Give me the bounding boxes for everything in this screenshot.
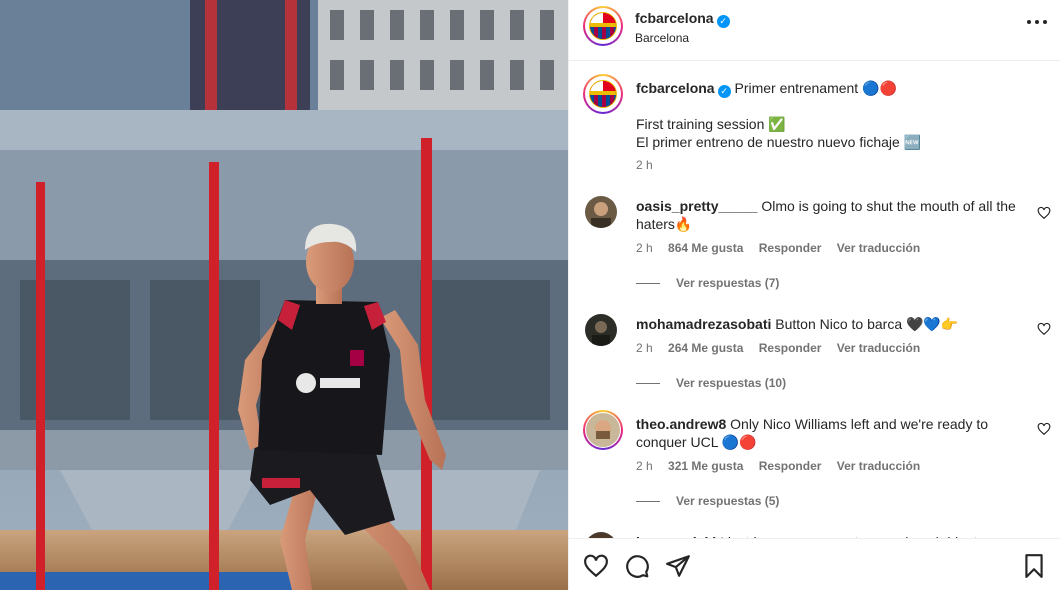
post-action-bar — [569, 538, 1060, 590]
comment-body: oasis_pretty_____ Olmo is going to shut … — [636, 197, 1016, 233]
fc-barcelona-crest-icon — [589, 12, 617, 40]
post-photo[interactable] — [0, 0, 568, 590]
comment-time[interactable]: 2 h — [636, 341, 653, 355]
translate-button[interactable]: Ver traducción — [837, 241, 920, 255]
view-replies-button[interactable]: Ver respuestas (10) — [636, 376, 786, 390]
heart-icon[interactable] — [583, 553, 609, 579]
caption-avatar[interactable] — [583, 74, 623, 114]
replies-divider — [636, 282, 660, 284]
caption-line-2: El primer entreno de nuestro nuevo ficha… — [636, 134, 922, 150]
comment-meta: 2 h 264 Me gusta Responder Ver traducció… — [636, 341, 932, 355]
comment-text: Button Nico to barca 🖤💙👉 — [775, 316, 959, 332]
commenter-username[interactable]: mohamadrezasobati — [636, 316, 771, 332]
reply-button[interactable]: Responder — [759, 241, 822, 255]
comment-body: theo.andrew8 Only Nico Williams left and… — [636, 415, 1016, 451]
view-replies-label[interactable]: Ver respuestas (7) — [676, 276, 779, 290]
view-replies-button[interactable]: Ver respuestas (7) — [636, 276, 779, 290]
view-replies-label[interactable]: Ver respuestas (5) — [676, 494, 779, 508]
commenter-username[interactable]: oasis_pretty_____ — [636, 198, 757, 214]
commenter-avatar[interactable] — [583, 410, 623, 450]
heart-icon[interactable] — [1037, 422, 1051, 436]
commenter-avatar[interactable] — [585, 314, 617, 346]
replies-divider — [636, 500, 660, 502]
bookmark-icon[interactable] — [1021, 553, 1047, 579]
comment-icon[interactable] — [624, 553, 650, 579]
comment-likes[interactable]: 264 Me gusta — [668, 341, 743, 355]
comment-meta: 2 h 864 Me gusta Responder Ver traducció… — [636, 241, 932, 255]
heart-icon[interactable] — [1037, 206, 1051, 220]
fc-barcelona-crest-icon — [589, 80, 617, 108]
comment-meta: 2 h 321 Me gusta Responder Ver traducció… — [636, 459, 932, 473]
caption-line-1: First training session ✅ — [636, 116, 786, 132]
post-details-panel: fcbarcelona ✓ Barcelona fcbarcelona ✓ Prim… — [568, 0, 1060, 590]
comment-likes[interactable]: 864 Me gusta — [668, 241, 743, 255]
training-photo-illustration — [0, 0, 568, 590]
caption-timestamp[interactable]: 2 h — [636, 158, 653, 172]
view-replies-button[interactable]: Ver respuestas (5) — [636, 494, 779, 508]
replies-divider — [636, 382, 660, 384]
verified-badge-icon: ✓ — [717, 85, 731, 98]
comment-body: mohamadrezasobati Button Nico to barca 🖤… — [636, 315, 1016, 333]
caption-username[interactable]: fcbarcelona — [636, 80, 715, 96]
commenter-username[interactable]: theo.andrew8 — [636, 416, 726, 432]
translate-button[interactable]: Ver traducción — [837, 341, 920, 355]
post-header: fcbarcelona ✓ Barcelona — [569, 0, 1060, 61]
comment-likes[interactable]: 321 Me gusta — [668, 459, 743, 473]
verified-badge-icon: ✓ — [716, 15, 730, 28]
translate-button[interactable]: Ver traducción — [837, 459, 920, 473]
instagram-post-modal: fcbarcelona ✓ Barcelona fcbarcelona ✓ Prim… — [0, 0, 1060, 590]
comment-time[interactable]: 2 h — [636, 459, 653, 473]
reply-button[interactable]: Responder — [759, 459, 822, 473]
more-options-icon[interactable] — [1027, 20, 1047, 26]
post-location[interactable]: Barcelona — [635, 31, 689, 45]
share-icon[interactable] — [665, 553, 691, 579]
caption-title: Primer entrenament 🔵🔴 — [734, 80, 897, 96]
caption-first-line: fcbarcelona ✓ Primer entrenament 🔵🔴 — [636, 79, 897, 98]
account-username[interactable]: fcbarcelona ✓ — [635, 10, 730, 28]
reply-button[interactable]: Responder — [759, 341, 822, 355]
account-username-text[interactable]: fcbarcelona — [635, 10, 714, 26]
view-replies-label[interactable]: Ver respuestas (10) — [676, 376, 786, 390]
comment-time[interactable]: 2 h — [636, 241, 653, 255]
commenter-avatar[interactable] — [585, 196, 617, 228]
heart-icon[interactable] — [1037, 322, 1051, 336]
account-avatar[interactable] — [583, 6, 623, 46]
